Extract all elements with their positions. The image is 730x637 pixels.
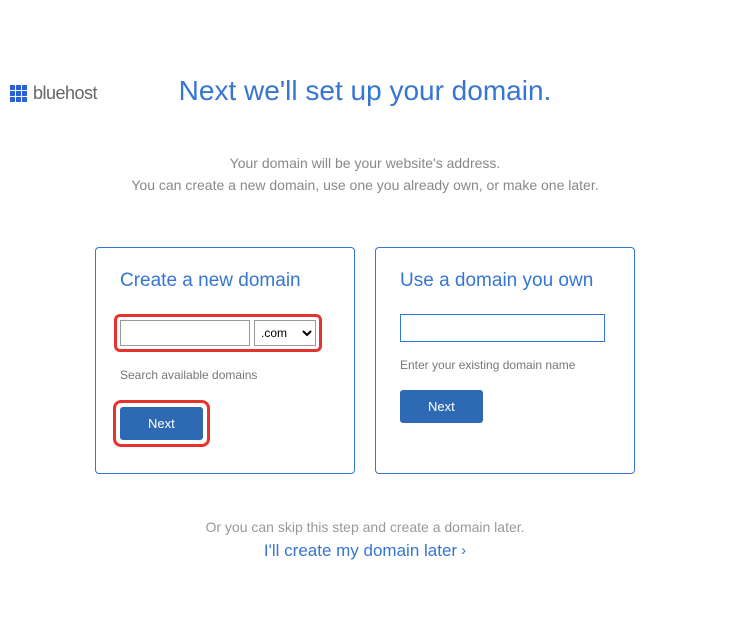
own-next-button[interactable]: Next: [400, 390, 483, 423]
new-domain-input[interactable]: [120, 320, 250, 346]
create-help-text: Search available domains: [120, 368, 330, 382]
create-domain-panel: Create a new domain .com Search availabl…: [95, 247, 355, 474]
logo-text: bluehost: [33, 83, 97, 104]
page-title: Next we'll set up your domain.: [0, 75, 730, 107]
input-highlight: .com: [114, 314, 322, 352]
skip-link[interactable]: I'll create my domain later ›: [264, 541, 466, 561]
domain-panels: Create a new domain .com Search availabl…: [0, 247, 730, 474]
skip-section: Or you can skip this step and create a d…: [0, 519, 730, 561]
own-domain-panel: Use a domain you own Enter your existing…: [375, 247, 635, 474]
create-panel-title: Create a new domain: [120, 270, 330, 292]
existing-domain-input[interactable]: [400, 314, 605, 342]
chevron-right-icon: ›: [461, 542, 466, 559]
skip-link-label: I'll create my domain later: [264, 541, 457, 561]
own-help-text: Enter your existing domain name: [400, 358, 610, 372]
subtitle-line-1: Your domain will be your website's addre…: [0, 152, 730, 174]
own-panel-title: Use a domain you own: [400, 270, 610, 292]
create-next-button[interactable]: Next: [120, 407, 203, 440]
page-subtitle: Your domain will be your website's addre…: [0, 152, 730, 197]
button-highlight: Next: [113, 400, 210, 447]
skip-text: Or you can skip this step and create a d…: [0, 519, 730, 535]
logo: bluehost: [10, 83, 97, 104]
subtitle-line-2: You can create a new domain, use one you…: [0, 174, 730, 196]
tld-select[interactable]: .com: [254, 320, 316, 346]
grid-icon: [10, 85, 27, 102]
